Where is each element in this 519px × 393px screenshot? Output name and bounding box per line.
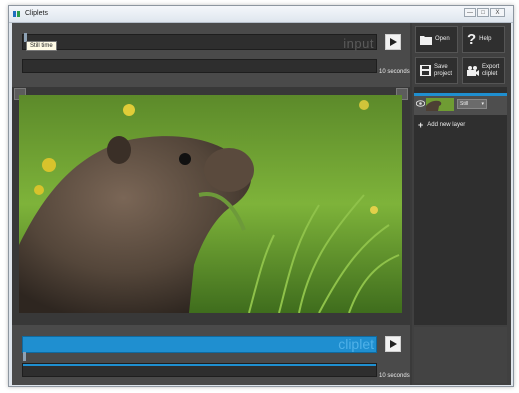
help-button[interactable]: ? Help [462, 26, 505, 53]
folder-icon [420, 35, 432, 45]
save-project-button[interactable]: Save project [415, 57, 458, 84]
layer-thumbnail [426, 98, 454, 111]
marmot-video-image [19, 95, 402, 313]
help-icon: ? [467, 31, 477, 48]
main-client-area: input Still time 10 seconds cliplet 10 s… [12, 23, 511, 385]
output-track[interactable]: cliplet [22, 336, 377, 353]
maximize-button[interactable]: □ [477, 8, 489, 17]
window-title: Cliplets [25, 10, 48, 17]
title-bar[interactable]: Cliplets — □ X [9, 6, 513, 23]
export-cliplet-button[interactable]: Export cliplet [462, 57, 505, 84]
video-preview-area [12, 87, 410, 325]
input-duration: 10 seconds [379, 69, 410, 75]
input-range-track[interactable] [22, 59, 377, 73]
video-camera-icon [467, 65, 479, 76]
layer-mode-select[interactable]: Still ▾ [457, 99, 487, 109]
output-range-fill [23, 364, 376, 366]
open-label: Open [435, 36, 450, 42]
export-cliplet-label: Export cliplet [482, 63, 500, 77]
input-timeline-panel: input Still time 10 seconds [12, 23, 410, 87]
play-icon [390, 340, 397, 348]
add-new-layer-label: Add new layer [427, 122, 466, 128]
input-play-button[interactable] [385, 34, 401, 50]
output-play-button[interactable] [385, 336, 401, 352]
save-disk-icon [420, 65, 431, 76]
layer-mode-value: Still [460, 101, 469, 107]
close-button[interactable]: X [490, 8, 505, 17]
still-time-tooltip: Still time [26, 41, 57, 51]
window-controls: — □ X [464, 8, 505, 17]
eye-icon[interactable] [416, 100, 425, 107]
output-range-track[interactable] [22, 363, 377, 377]
save-project-label: Save project [434, 63, 453, 77]
open-button[interactable]: Open [415, 26, 458, 53]
output-track-label: cliplet [338, 336, 374, 352]
sidebar-bottom-panel [414, 327, 507, 383]
input-track-label: input [343, 36, 374, 51]
video-frame[interactable] [19, 95, 402, 313]
layer-item[interactable]: Still ▾ [414, 93, 507, 115]
help-label: Help [479, 36, 492, 42]
output-duration: 10 seconds [379, 373, 410, 379]
add-new-layer-button[interactable]: + Add new layer [418, 119, 506, 131]
play-icon [390, 38, 397, 46]
output-timeline-panel: cliplet 10 seconds [12, 325, 410, 385]
input-track[interactable]: input [22, 34, 377, 51]
plus-icon: + [418, 120, 424, 130]
layer-list: Still ▾ + Add new layer [414, 87, 507, 325]
output-playhead[interactable] [23, 352, 26, 361]
chevron-down-icon: ▾ [481, 101, 484, 107]
app-logo-icon [13, 11, 20, 17]
minimize-button[interactable]: — [464, 8, 476, 17]
right-sidebar: Open ? Help Save project Export cliplet [412, 23, 511, 385]
app-window: Cliplets — □ X input Still time 10 secon… [8, 5, 514, 387]
